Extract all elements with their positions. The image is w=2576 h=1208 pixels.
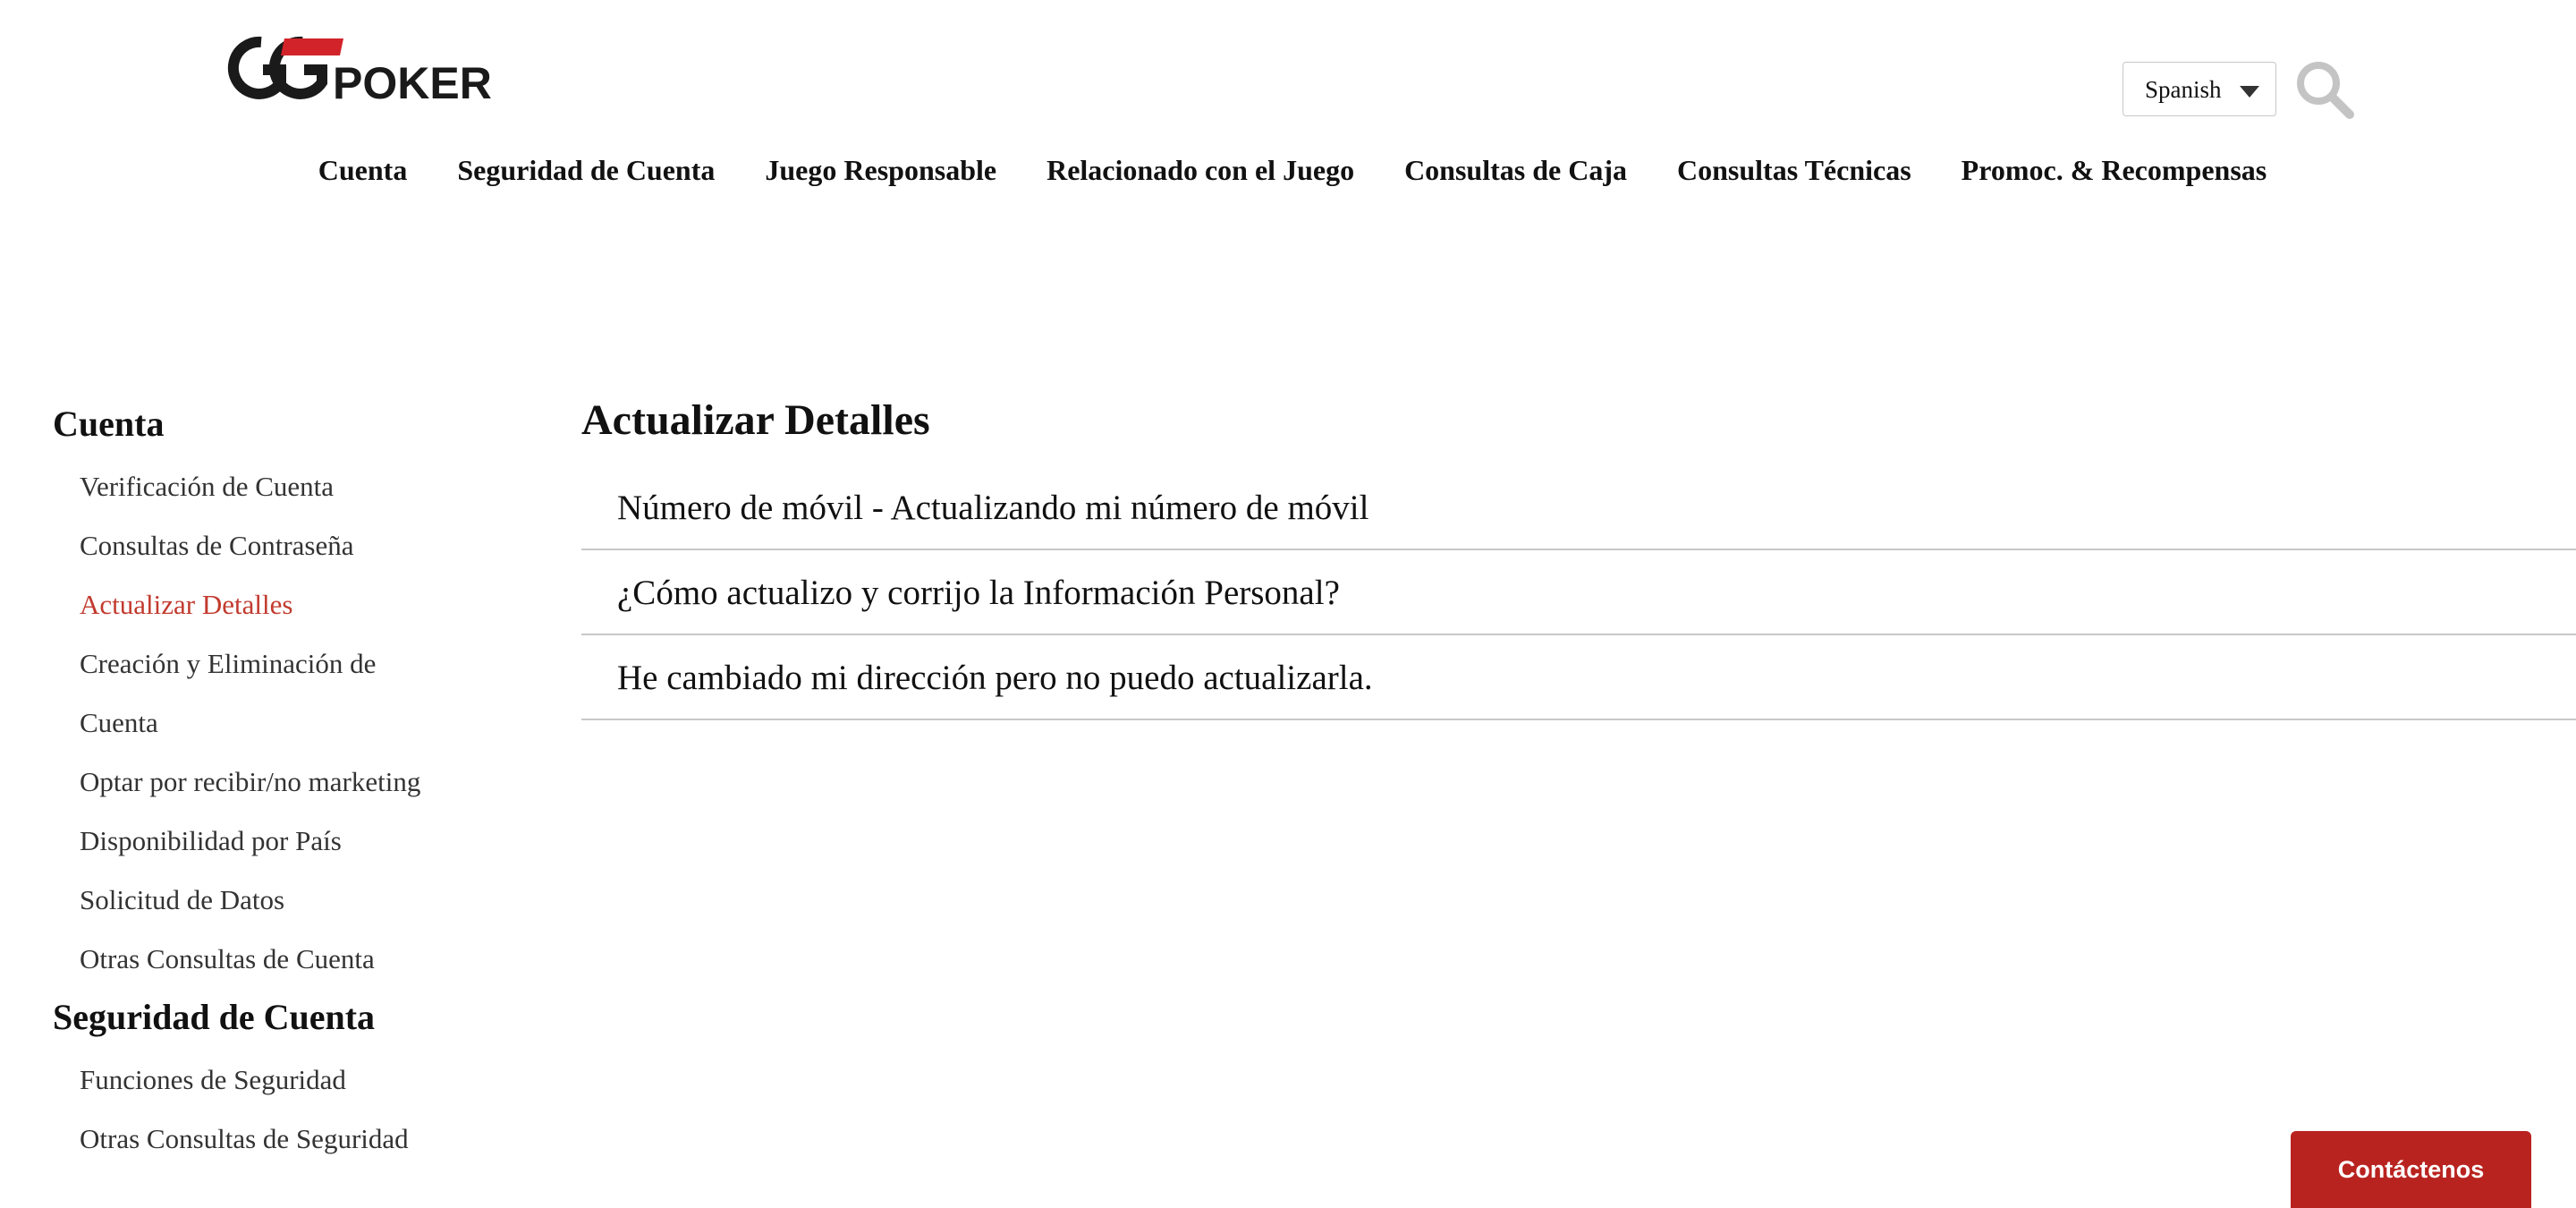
ggpoker-logo-graphic: POKER (227, 36, 492, 104)
page-title: Actualizar Detalles (581, 396, 930, 444)
sidebar-item-funciones-de-seguridad[interactable]: Funciones de Seguridad (53, 1051, 518, 1110)
sidebar-heading-cuenta[interactable]: Cuenta (53, 403, 518, 445)
sidebar: Cuenta Verificación de Cuenta Consultas … (53, 403, 518, 1169)
sidebar-list-seguridad: Funciones de Seguridad Otras Consultas d… (53, 1051, 518, 1169)
nav-cuenta[interactable]: Cuenta (318, 154, 408, 187)
language-selected-label: Spanish (2145, 76, 2222, 103)
nav-seguridad-de-cuenta[interactable]: Seguridad de Cuenta (457, 154, 715, 187)
sidebar-item-creacion-eliminacion-line1[interactable]: Creación y Eliminación de (53, 634, 518, 693)
svg-text:POKER: POKER (333, 58, 492, 104)
sidebar-heading-seguridad-de-cuenta[interactable]: Seguridad de Cuenta (53, 996, 518, 1038)
language-select[interactable]: Spanish (2123, 62, 2276, 116)
nav-promociones-recompensas[interactable]: Promoc. & Recompensas (1962, 154, 2267, 187)
sidebar-item-creacion-eliminacion-line2[interactable]: Cuenta (53, 693, 518, 753)
main-content: Actualizar Detalles Número de móvil - Ac… (581, 394, 2576, 720)
search-icon[interactable] (2294, 59, 2355, 120)
sidebar-item-otras-consultas-de-seguridad[interactable]: Otras Consultas de Seguridad (53, 1110, 518, 1169)
sidebar-item-disponibilidad-por-pais[interactable]: Disponibilidad por País (53, 812, 518, 871)
sidebar-item-solicitud-de-datos[interactable]: Solicitud de Datos (53, 871, 518, 930)
sidebar-item-optar-marketing[interactable]: Optar por recibir/no marketing (53, 753, 518, 812)
contact-us-button[interactable]: Contáctenos (2291, 1131, 2531, 1208)
article-link-informacion-personal[interactable]: ¿Cómo actualizo y corrijo la Información… (581, 550, 2576, 635)
chevron-down-icon (2240, 86, 2259, 98)
ggpoker-logo[interactable]: POKER (225, 36, 530, 104)
nav-consultas-tecnicas[interactable]: Consultas Técnicas (1677, 154, 1911, 187)
nav-relacionado-con-el-juego[interactable]: Relacionado con el Juego (1046, 154, 1354, 187)
nav-consultas-de-caja[interactable]: Consultas de Caja (1404, 154, 1627, 187)
article-link-numero-de-movil[interactable]: Número de móvil - Actualizando mi número… (581, 465, 2576, 550)
article-list: Número de móvil - Actualizando mi número… (581, 465, 2576, 720)
sidebar-item-otras-consultas-de-cuenta[interactable]: Otras Consultas de Cuenta (53, 930, 518, 989)
main-navigation: Cuenta Seguridad de Cuenta Juego Respons… (0, 154, 2576, 187)
article-link-cambio-direccion[interactable]: He cambiado mi dirección pero no puedo a… (581, 635, 2576, 720)
sidebar-item-verificacion-de-cuenta[interactable]: Verificación de Cuenta (53, 457, 518, 516)
sidebar-item-consultas-de-contrasena[interactable]: Consultas de Contraseña (53, 516, 518, 575)
sidebar-item-actualizar-detalles[interactable]: Actualizar Detalles (53, 575, 518, 634)
nav-juego-responsable[interactable]: Juego Responsable (765, 154, 996, 187)
sidebar-list-cuenta: Verificación de Cuenta Consultas de Cont… (53, 457, 518, 989)
